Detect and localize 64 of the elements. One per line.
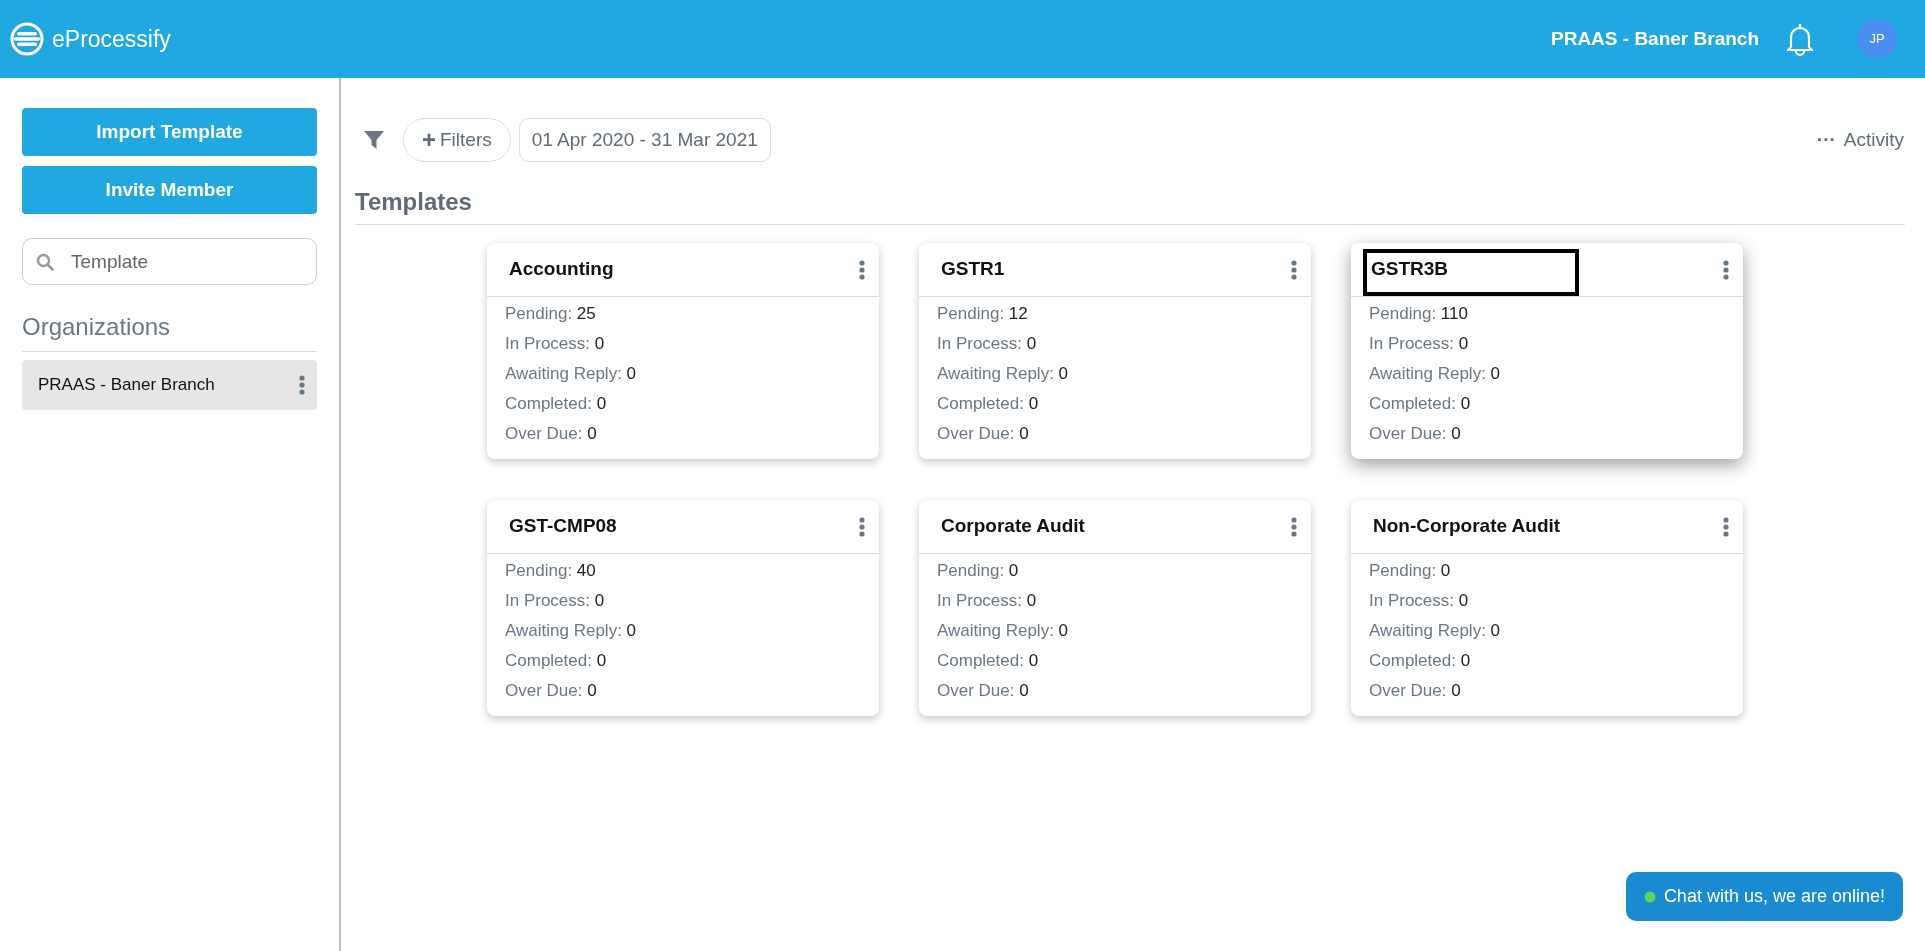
stat-line: Over Due: 0 [505,680,598,702]
organization-name: PRAAS - Baner Branch [38,374,215,397]
stat-line: Completed: 0 [1369,650,1472,672]
section-title: Organizations [22,309,317,352]
activity-button[interactable]: ··· Activity [1815,124,1905,156]
card-title: Accounting [508,257,615,282]
filter-icon[interactable] [363,129,385,151]
search-field[interactable]: Template [22,238,317,285]
stat-line: Pending: 0 [1369,560,1452,582]
stat-line: In Process: 0 [1369,333,1470,355]
stat-line: In Process: 0 [505,333,606,355]
more-options-icon[interactable] [1291,516,1297,537]
stat-line: Completed: 0 [505,650,608,672]
template-card[interactable]: Non-Corporate Audit Pending: 0 In Process: 0 Awaiting Reply: 0 Completed: 0 Over Due: 0 [1351,500,1743,716]
filters-button[interactable]: + Filters [403,118,511,162]
stat-line: Pending: 110 [1369,303,1469,325]
template-card[interactable]: GSTR1 Pending: 12 In Process: 0 Awaiting Reply: 0 Completed: 0 Over Due: 0 [919,243,1311,459]
stat-line: Over Due: 0 [505,423,598,445]
stat-line: Pending: 40 [505,560,597,582]
more-options-icon[interactable] [1723,516,1729,537]
stat-line: Over Due: 0 [1369,680,1462,702]
stat-line: Awaiting Reply: 0 [1369,620,1502,642]
organization-name: PRAAS - Baner Branch [1551,26,1759,51]
stat-line: Awaiting Reply: 0 [505,620,638,642]
stat-line: Completed: 0 [937,393,1040,415]
stat-line: Completed: 0 [937,650,1040,672]
stat-line: Pending: 25 [505,303,597,325]
card-title: Corporate Audit [940,514,1086,539]
more-options-icon[interactable] [859,516,865,537]
stat-line: In Process: 0 [937,590,1038,612]
stat-line: Awaiting Reply: 0 [937,620,1070,642]
stat-line: Awaiting Reply: 0 [505,363,638,385]
stat-line: Pending: 0 [937,560,1020,582]
card-title: Non-Corporate Audit [1372,514,1562,539]
stat-line: Awaiting Reply: 0 [1369,363,1502,385]
chat-button[interactable]: Chat with us, we are online! [1625,872,1903,921]
card-title: GSTR1 [940,257,1006,282]
template-card[interactable]: Corporate Audit Pending: 0 In Process: 0 Awaiting Reply: 0 Completed: 0 Over Due: 0 [919,500,1311,716]
stat-line: Awaiting Reply: 0 [937,363,1070,385]
template-card[interactable]: GSTR3B Pending: 110 In Process: 0 Awaiting Reply: 0 Completed: 0 Over Due: 0 [1351,243,1743,459]
more-options-icon[interactable] [859,259,865,280]
more-options-icon[interactable] [1723,259,1729,280]
card-title: GST-CMP08 [508,514,618,539]
template-card[interactable]: Accounting Pending: 25 In Process: 0 Awaiting Reply: 0 Completed: 0 Over Due: 0 [487,243,879,459]
logo-icon [10,22,44,56]
stat-line: In Process: 0 [1369,590,1470,612]
stat-line: Completed: 0 [505,393,608,415]
more-options-icon[interactable] [299,375,305,395]
organization-item[interactable]: PRAAS - Baner Branch [22,360,317,410]
user-avatar[interactable]: JP [1857,19,1897,59]
template-card[interactable]: GST-CMP08 Pending: 40 In Process: 0 Awaiting Reply: 0 Completed: 0 Over Due: 0 [487,500,879,716]
search-icon [36,253,54,271]
notification-bell-icon[interactable] [1785,22,1815,56]
stat-line: Over Due: 0 [937,680,1030,702]
stat-line: In Process: 0 [505,590,606,612]
date-range-picker[interactable]: 01 Apr 2020 - 31 Mar 2021 [518,118,771,162]
stat-line: Over Due: 0 [937,423,1030,445]
stat-line: Completed: 0 [1369,393,1472,415]
more-options-icon[interactable] [1291,259,1297,280]
card-title: GSTR3B [1363,249,1579,296]
stat-line: Pending: 12 [937,303,1029,325]
stat-line: Over Due: 0 [1369,423,1462,445]
stat-line: In Process: 0 [937,333,1038,355]
section-title: Templates [355,184,1905,225]
